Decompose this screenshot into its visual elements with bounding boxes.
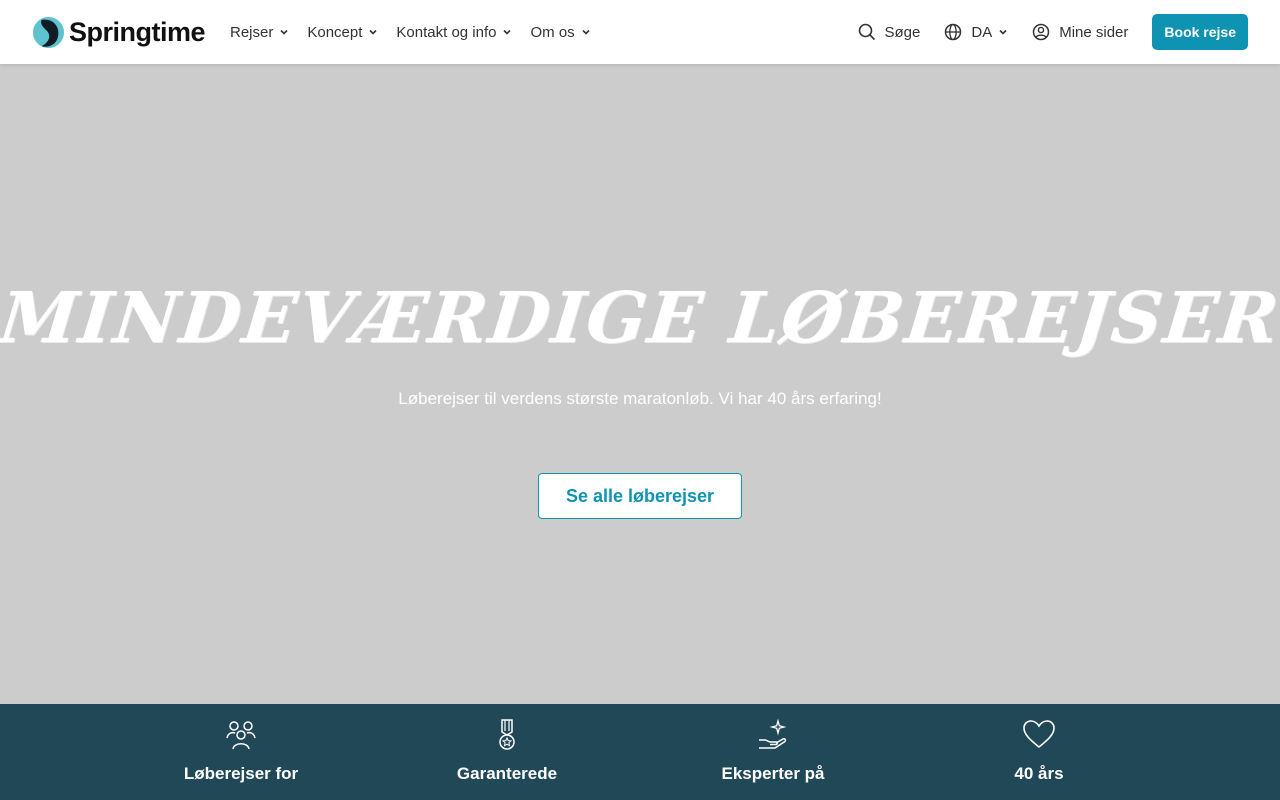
nav-item-rejser[interactable]: Rejser <box>230 24 289 41</box>
search-icon <box>858 23 875 41</box>
chevron-down-icon <box>999 29 1007 35</box>
hand-sparkle-icon <box>759 718 787 749</box>
nav-item-koncept[interactable]: Koncept <box>307 24 378 41</box>
feature-label: Løberejser for <box>183 764 299 783</box>
chevron-down-icon <box>280 29 288 35</box>
search-button[interactable]: Søge <box>858 23 921 41</box>
chevron-down-icon <box>582 29 590 35</box>
site-header: Springtime Rejser Koncept Kontakt og inf… <box>0 0 1280 64</box>
globe-icon <box>945 23 962 41</box>
hero-section: Mindeværdige Løberejser Løberejser til v… <box>0 64 1280 704</box>
nav-item-om-os[interactable]: Om os <box>530 24 590 41</box>
language-label: DA <box>971 23 993 41</box>
nav-item-label: Koncept <box>307 23 363 41</box>
feature-label: Garanterede <box>456 764 558 783</box>
nav-item-label: Kontakt og info <box>396 23 497 41</box>
chevron-down-icon <box>369 29 377 35</box>
account-link[interactable]: Mine sider <box>1032 23 1128 41</box>
account-label: Mine sider <box>1059 23 1129 41</box>
language-selector[interactable]: DA <box>944 23 1008 41</box>
feature-label: Eksperter på <box>721 764 825 783</box>
book-trip-button[interactable]: Book rejse <box>1152 14 1248 50</box>
user-circle-icon <box>1032 23 1050 41</box>
logo[interactable]: Springtime <box>32 15 206 49</box>
heart-icon <box>1023 720 1055 749</box>
main-nav: Rejser Koncept Kontakt og info Om os <box>230 0 609 64</box>
chevron-down-icon <box>503 29 512 35</box>
header-actions: Søge DA Mine sider Book rejse <box>834 0 1248 64</box>
see-all-trips-button[interactable]: Se alle løberejser <box>538 473 742 519</box>
features-band: Løberejser for Garanterede Eksperter på … <box>0 704 1280 800</box>
medal-icon <box>499 719 515 750</box>
nav-item-kontakt[interactable]: Kontakt og info <box>396 24 512 41</box>
nav-item-label: Om os <box>530 23 575 41</box>
feature-item: 40 års <box>929 704 1149 784</box>
feature-item: Garanterede <box>397 704 617 784</box>
nav-item-label: Rejser <box>230 23 274 41</box>
springtime-logo-icon <box>32 16 65 48</box>
logo-text: Springtime <box>69 16 206 47</box>
hero-title: Mindeværdige Løberejser <box>0 276 1280 359</box>
search-label: Søge <box>884 23 921 41</box>
people-icon <box>226 721 256 750</box>
hero-subtitle: Løberejser til verdens største maratonlø… <box>398 389 882 408</box>
feature-item: Løberejser for <box>131 704 351 784</box>
feature-label: 40 års <box>1014 764 1064 783</box>
feature-item: Eksperter på <box>663 704 883 784</box>
